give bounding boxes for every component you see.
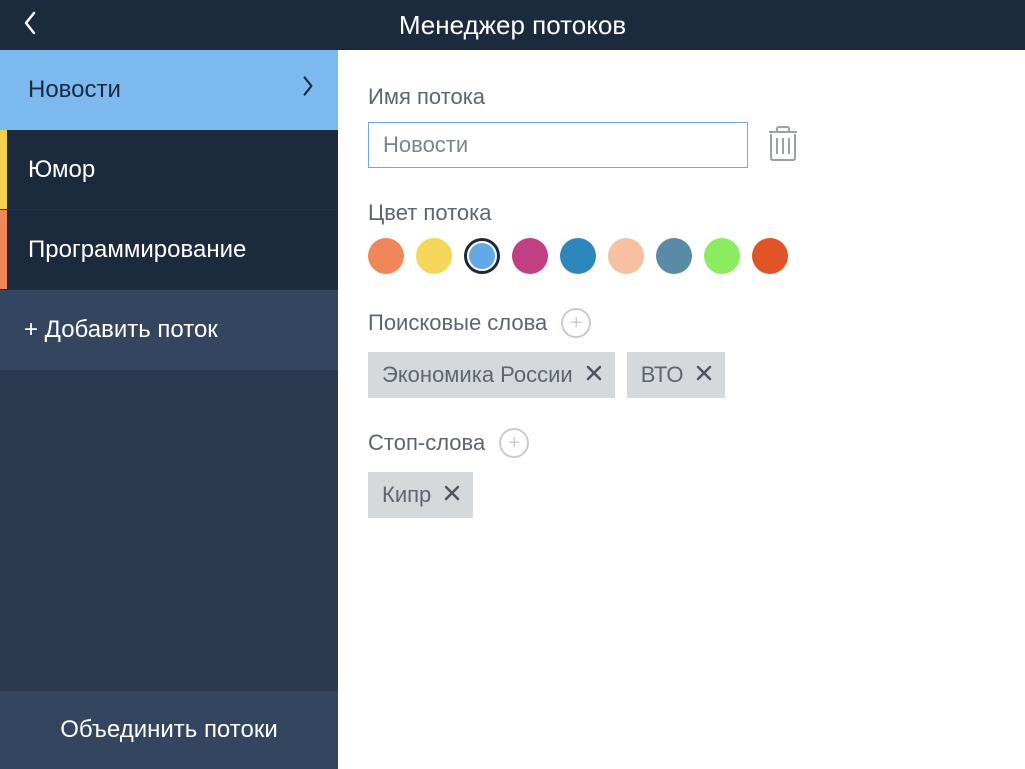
sidebar-stream-programmirovanie[interactable]: Программирование [0,210,338,290]
color-swatch-5[interactable] [560,238,596,274]
plus-icon: + [508,433,520,453]
tag-label: Экономика России [382,362,573,388]
combine-streams-label: Объединить потоки [60,716,277,744]
color-swatch-7[interactable] [656,238,692,274]
delete-stream-button[interactable] [766,125,800,165]
color-swatch-8[interactable] [704,238,740,274]
stream-color-label: Цвет потока [368,200,995,226]
stream-name-label: Имя потока [368,84,995,110]
back-button[interactable] [0,0,60,50]
remove-tag-button[interactable] [585,362,603,388]
sidebar-stream-novosti[interactable]: Новости [0,50,338,130]
sidebar-spacer [0,370,338,691]
plus-icon: + [570,313,582,333]
color-swatch-1[interactable] [368,238,404,274]
stream-color-tab [0,130,7,209]
add-stop-word-button[interactable]: + [499,428,529,458]
search-word-tags: Экономика России ВТО [368,352,995,398]
color-swatches [368,238,995,274]
close-icon [443,482,461,508]
stop-word-tags: Кипр [368,472,995,518]
color-swatch-4[interactable] [512,238,548,274]
search-words-label: Поисковые слова + [368,308,995,338]
color-swatch-3[interactable] [464,238,500,274]
stop-words-label: Стоп-слова + [368,428,995,458]
page-title: Менеджер потоков [60,10,1025,41]
color-swatch-6[interactable] [608,238,644,274]
close-icon [695,362,713,388]
stream-color-tab [0,210,7,289]
sidebar-item-label: Новости [28,76,302,104]
add-stream-button[interactable]: + Добавить поток [0,290,338,370]
close-icon [585,362,603,388]
main-content: Имя потока Цвет потока [338,50,1025,769]
sidebar: Новости Юмор Программирование + Добавить… [0,50,338,769]
search-word-tag: ВТО [627,352,726,398]
color-swatch-9[interactable] [752,238,788,274]
chevron-left-icon [23,11,37,40]
chevron-right-icon [302,75,314,104]
trash-icon [767,124,799,167]
sidebar-item-label: Юмор [28,156,314,184]
app-header: Менеджер потоков [0,0,1025,50]
sidebar-stream-yumor[interactable]: Юмор [0,130,338,210]
tag-label: Кипр [382,482,431,508]
search-words-label-text: Поисковые слова [368,310,547,336]
search-word-tag: Экономика России [368,352,615,398]
combine-streams-button[interactable]: Объединить потоки [0,691,338,769]
remove-tag-button[interactable] [443,482,461,508]
add-stream-label: + Добавить поток [24,316,218,344]
stop-words-label-text: Стоп-слова [368,430,485,456]
stop-word-tag: Кипр [368,472,473,518]
stream-name-input[interactable] [368,122,748,168]
tag-label: ВТО [641,362,684,388]
add-search-word-button[interactable]: + [561,308,591,338]
remove-tag-button[interactable] [695,362,713,388]
color-swatch-2[interactable] [416,238,452,274]
sidebar-item-label: Программирование [28,236,314,264]
